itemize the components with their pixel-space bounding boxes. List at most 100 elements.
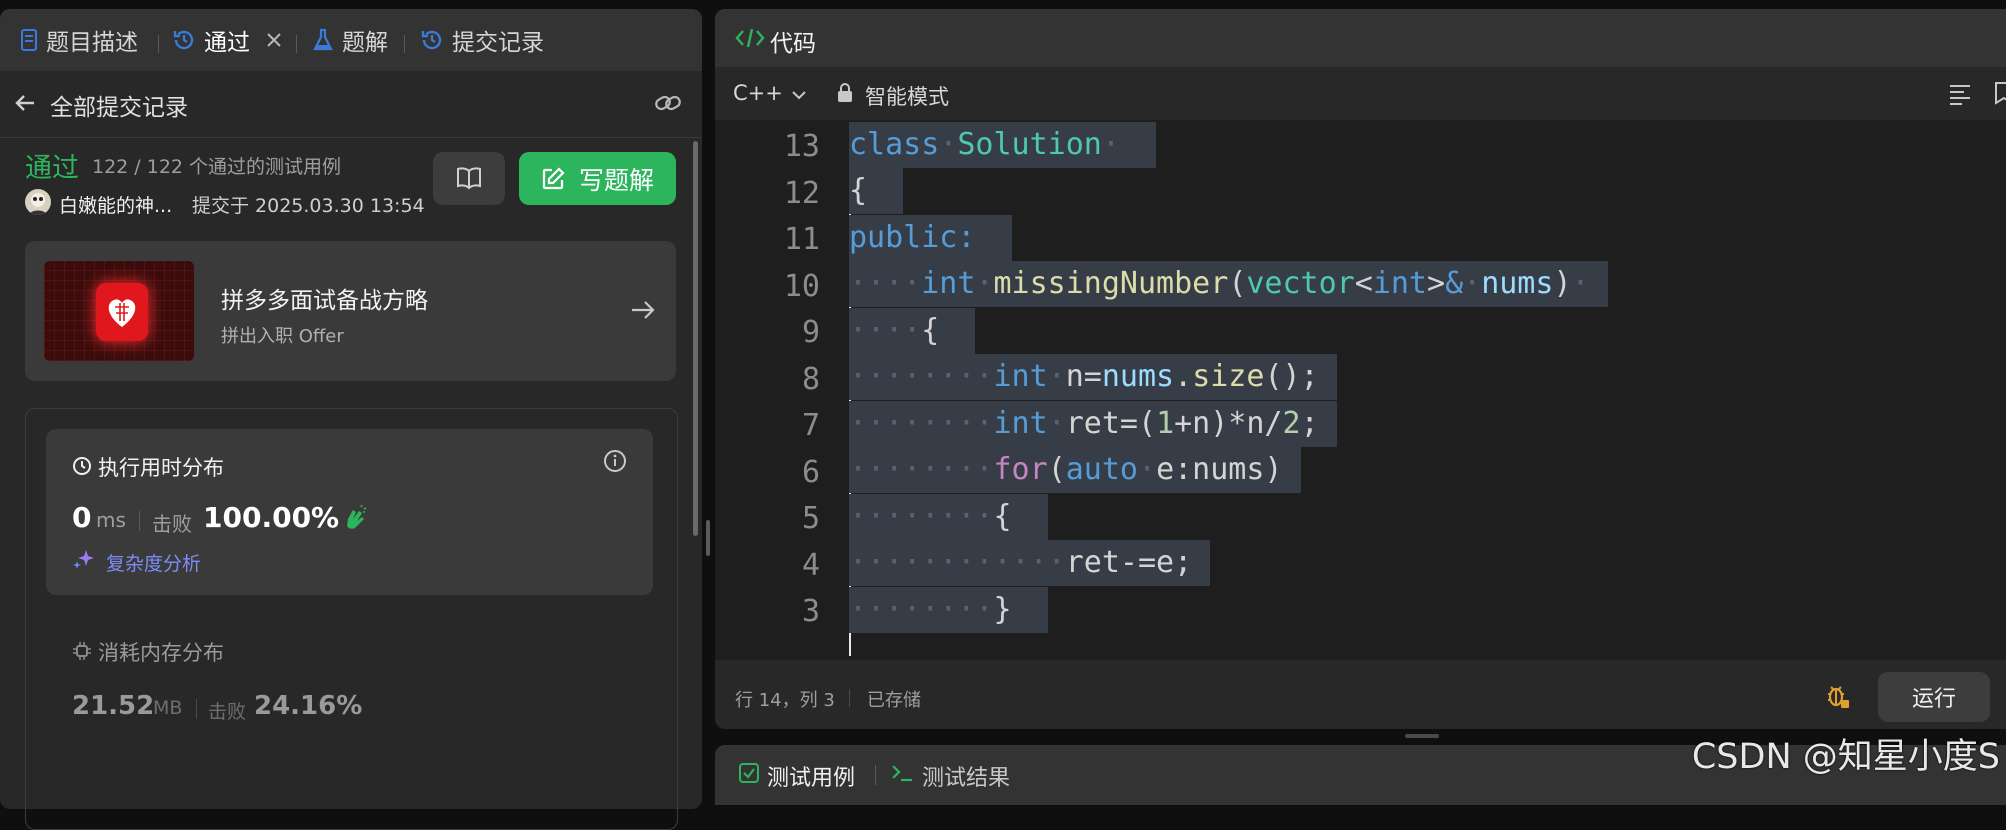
link-icon[interactable] bbox=[654, 91, 682, 119]
language-select[interactable]: C++ bbox=[733, 81, 783, 105]
line-number: 9 bbox=[801, 315, 820, 350]
line-number: 12 bbox=[783, 176, 820, 211]
submission-panel: 题目描述 通过 题解 提交记录 全部提交记录 通过 122 / 122 个通过的… bbox=[0, 9, 702, 830]
clap-hands-icon bbox=[342, 504, 368, 535]
code-toolbar: C++ 智能模式 bbox=[715, 67, 2006, 121]
runtime-beats-label: 击败 bbox=[152, 512, 192, 536]
chip-icon bbox=[72, 641, 92, 665]
code-panel: 代码 C++ 智能模式 13 12 11 10 9 8 7 6 5 4 3 cl… bbox=[715, 9, 2006, 729]
checkbox-icon bbox=[739, 763, 759, 787]
watermark: CSDN @知星小度S bbox=[1691, 737, 2000, 777]
tab-accepted[interactable]: 通过 bbox=[172, 23, 282, 57]
chevron-down-icon[interactable] bbox=[791, 86, 807, 105]
tab-divider bbox=[404, 35, 405, 53]
smart-mode-toggle[interactable]: 智能模式 bbox=[865, 81, 949, 111]
code-line: ········int·ret=(1+n)*n/2; bbox=[849, 401, 1337, 447]
memory-beats: 24.16% bbox=[254, 691, 363, 721]
runtime-title: 执行用时分布 bbox=[98, 456, 224, 480]
arrow-left-icon[interactable] bbox=[14, 91, 38, 119]
sparkle-icon bbox=[72, 548, 96, 574]
code-line: ····{ bbox=[849, 308, 976, 354]
line-number: 13 bbox=[783, 129, 820, 164]
tab-description-label: 题目描述 bbox=[46, 30, 138, 56]
runtime-card[interactable]: 执行用时分布 0 ms 击败 100.00% 复杂度分析 bbox=[46, 429, 653, 595]
terminal-icon bbox=[890, 761, 914, 787]
line-number: 6 bbox=[801, 455, 820, 490]
tab-accepted-label: 通过 bbox=[204, 30, 250, 56]
write-solution-button[interactable]: 写题解 bbox=[519, 152, 676, 205]
promo-subtitle: 拼出入职 Offer bbox=[221, 326, 344, 347]
tab-divider bbox=[296, 35, 297, 53]
run-button[interactable]: 运行 bbox=[1878, 672, 1990, 722]
scrollbar[interactable] bbox=[693, 141, 698, 536]
divider bbox=[849, 689, 850, 707]
arrow-right-icon bbox=[630, 299, 656, 325]
info-icon[interactable] bbox=[603, 449, 627, 477]
line-number: 3 bbox=[801, 594, 820, 629]
memory-title: 消耗内存分布 bbox=[98, 641, 224, 665]
tab-description[interactable]: 题目描述 bbox=[20, 23, 138, 57]
code-panel-title: 代码 bbox=[770, 31, 816, 57]
tab-divider bbox=[158, 35, 159, 53]
code-panel-header: 代码 bbox=[715, 9, 2006, 67]
line-number: 5 bbox=[801, 501, 820, 536]
promo-title: 拼多多面试备战方略 bbox=[221, 288, 428, 314]
code-editor[interactable]: 13 12 11 10 9 8 7 6 5 4 3 class·Solution… bbox=[715, 120, 2006, 660]
code-icon bbox=[735, 27, 765, 53]
clock-icon bbox=[72, 456, 92, 480]
vertical-resize-handle[interactable] bbox=[1405, 734, 1439, 738]
runtime-beats: 100.00% bbox=[203, 501, 340, 534]
left-tab-bar: 题目描述 通过 题解 提交记录 bbox=[0, 9, 702, 71]
tab-submissions[interactable]: 提交记录 bbox=[420, 23, 544, 57]
write-solution-label: 写题解 bbox=[578, 165, 654, 195]
code-line: { bbox=[849, 168, 904, 214]
tab-testcase[interactable]: 测试用例 bbox=[767, 760, 855, 792]
promo-card[interactable]: 拼多多面试备战方略 拼出入职 Offer bbox=[25, 241, 676, 381]
runtime-value: 0 bbox=[72, 501, 92, 534]
line-number: 8 bbox=[801, 362, 820, 397]
tab-solutions-label: 题解 bbox=[342, 30, 388, 56]
close-icon[interactable] bbox=[266, 32, 282, 48]
stats-container: 执行用时分布 0 ms 击败 100.00% 复杂度分析 消耗内存分布 21.5… bbox=[25, 408, 678, 830]
book-icon bbox=[456, 166, 482, 194]
divider bbox=[196, 699, 197, 719]
saved-status: 已存储 bbox=[867, 690, 921, 711]
all-submissions-link[interactable]: 全部提交记录 bbox=[50, 88, 188, 122]
format-icon[interactable] bbox=[1948, 83, 1972, 109]
line-number: 10 bbox=[783, 269, 820, 304]
code-line: ····int·missingNumber(vector<int>&·nums)… bbox=[849, 261, 1608, 307]
notes-button[interactable] bbox=[433, 152, 505, 205]
back-row: 全部提交记录 bbox=[0, 71, 702, 138]
promo-thumbnail bbox=[44, 261, 194, 361]
tab-submissions-label: 提交记录 bbox=[452, 30, 544, 56]
testcase-count: 122 / 122 个通过的测试用例 bbox=[92, 156, 342, 178]
code-line: ············ret-=e; bbox=[849, 540, 1211, 586]
code-line: public: bbox=[849, 215, 1012, 261]
code-line: class·Solution· bbox=[849, 122, 1157, 168]
editor-status-bar: 行 14，列 3 已存储 运行 bbox=[715, 660, 2006, 722]
divider bbox=[139, 511, 140, 531]
code-line: ········for(auto·e:nums) bbox=[849, 447, 1301, 493]
bookmark-icon[interactable] bbox=[1993, 81, 2006, 109]
line-number: 7 bbox=[801, 408, 820, 443]
avatar[interactable] bbox=[25, 189, 51, 215]
tab-test-result[interactable]: 测试结果 bbox=[922, 760, 1010, 792]
runtime-unit: ms bbox=[96, 508, 126, 532]
history-icon bbox=[420, 28, 444, 52]
panel-resize-handle[interactable] bbox=[706, 520, 710, 556]
submitted-time: 提交于 2025.03.30 13:54 bbox=[192, 195, 425, 217]
tab-solutions[interactable]: 题解 bbox=[312, 23, 388, 57]
history-icon bbox=[172, 28, 196, 52]
edit-icon bbox=[541, 166, 565, 191]
code-line: ········} bbox=[849, 587, 1048, 633]
debug-icon[interactable] bbox=[1825, 682, 1851, 714]
memory-card[interactable]: 消耗内存分布 21.52 MB 击败 24.16% bbox=[46, 614, 653, 774]
line-number: 4 bbox=[801, 548, 820, 583]
username[interactable]: 白嫩能的神... bbox=[59, 191, 172, 218]
memory-value: 21.52 bbox=[72, 691, 155, 721]
cursor-position: 行 14，列 3 bbox=[735, 690, 835, 711]
document-icon bbox=[20, 29, 38, 51]
complexity-analysis-link[interactable]: 复杂度分析 bbox=[106, 549, 201, 576]
pinduoduo-logo-icon bbox=[96, 283, 148, 341]
status-accepted: 通过 bbox=[25, 153, 79, 184]
